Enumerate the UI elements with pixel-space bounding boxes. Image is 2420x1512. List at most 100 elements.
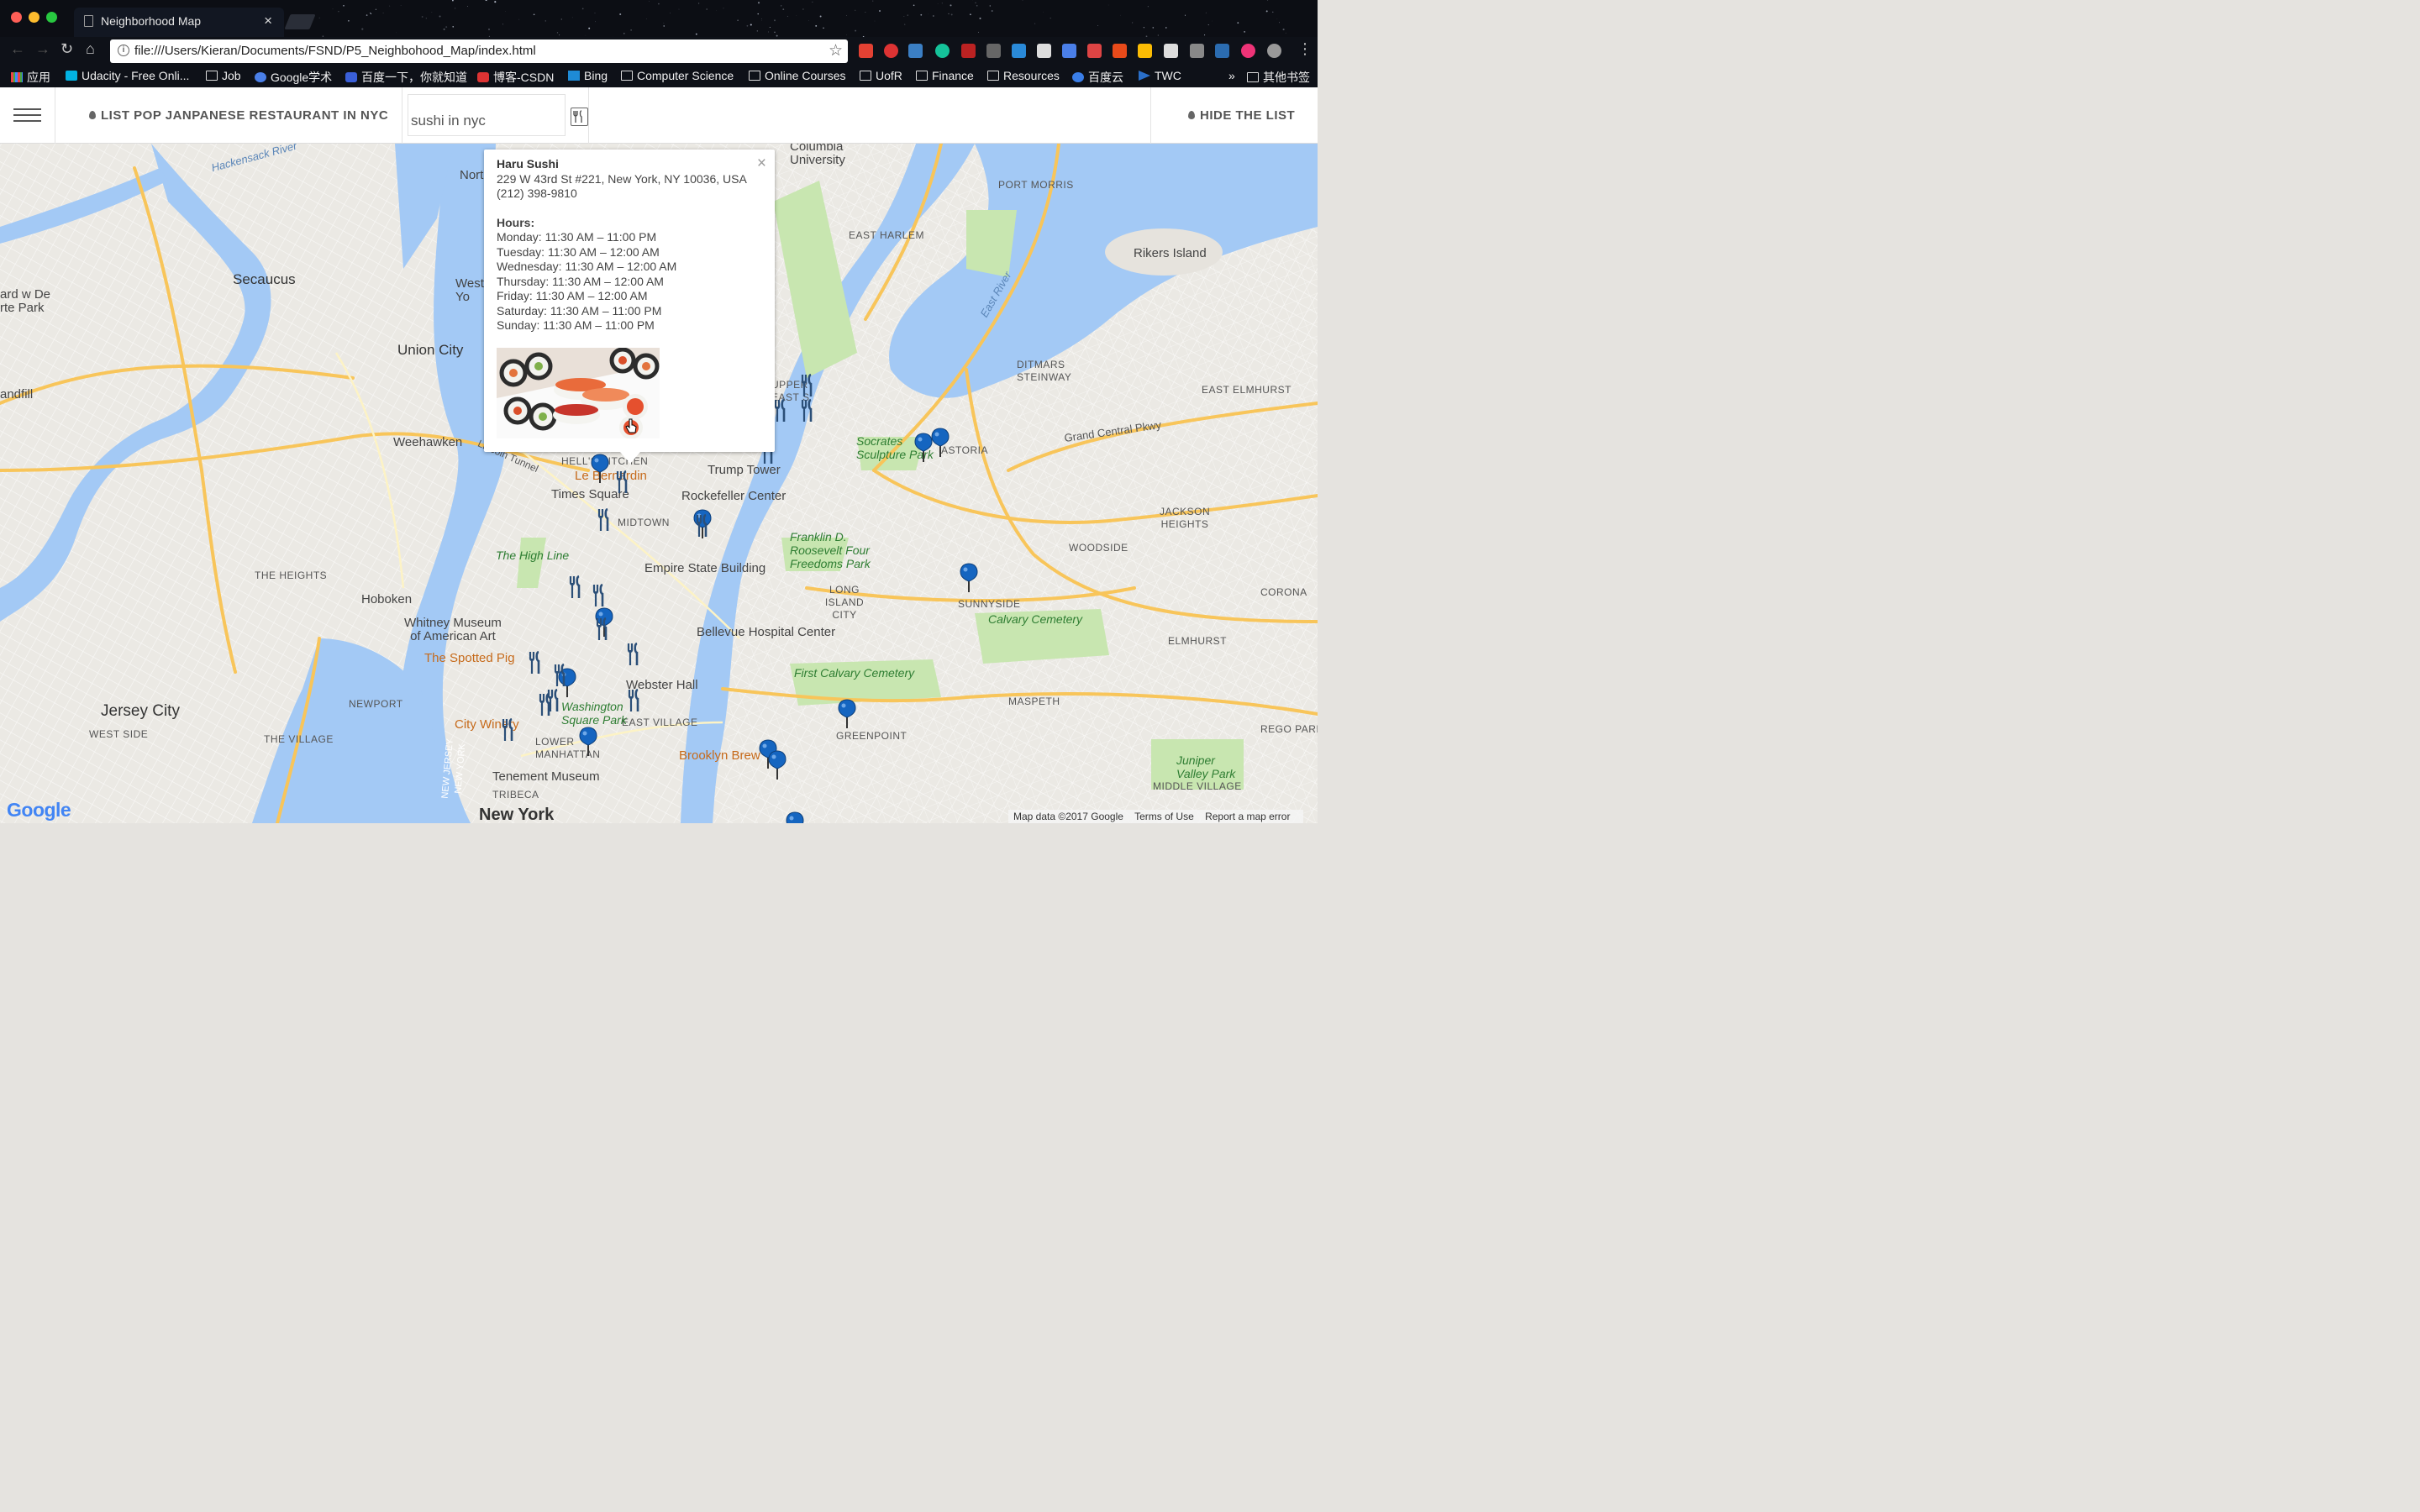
restaurant-name: Haru Sushi [497,157,559,171]
restaurant-marker-icon[interactable] [626,642,641,666]
restaurant-marker-icon[interactable] [800,373,815,397]
ghostery-extension-icon[interactable] [908,44,923,58]
bookmark-label: Resources [1003,69,1060,82]
bookmarks-overflow-icon[interactable]: » [1228,69,1235,82]
eye-extension-icon[interactable] [1267,44,1281,58]
map-pin-marker[interactable] [931,428,950,458]
map-label-long-island-city: LONG ISLAND CITY [824,584,865,621]
restaurant-marker-icon[interactable] [595,617,610,641]
map-pin-marker[interactable] [768,750,786,780]
menu-dots-icon[interactable]: ⋮ [1297,40,1313,58]
fork-knife-icon[interactable] [571,108,588,126]
restaurant-marker-icon[interactable] [553,663,568,687]
todo-extension-icon[interactable] [1087,44,1102,58]
gmail-extension-icon[interactable] [859,44,873,58]
restaurant-marker-icon[interactable] [592,583,607,607]
notes-extension-icon[interactable] [1037,44,1051,58]
reader-extension-icon[interactable] [1215,44,1229,58]
office-extension-icon[interactable] [1113,44,1127,58]
restaurant-marker-icon[interactable] [695,513,710,538]
folder-icon [206,71,218,81]
list-restaurants-link[interactable]: LIST POP JANPANESE RESTAURANT IN NYC [89,108,388,123]
reload-icon[interactable]: ↻ [60,40,73,58]
grammarly-extension-icon[interactable] [935,44,950,58]
map-label-high-line: The High Line [496,549,570,562]
translate-extension-icon[interactable] [1062,44,1076,58]
bookmark-google-scholar[interactable]: Google学术 [255,69,332,86]
tab-neighborhood-map[interactable]: Neighborhood Map × [74,8,284,37]
bookmark-finance[interactable]: Finance [916,69,974,82]
bookmark-online-courses[interactable]: Online Courses [749,69,846,82]
close-window-button[interactable] [11,12,22,23]
restaurant-marker-icon[interactable] [627,688,642,712]
bookmark-other[interactable]: 其他书签 [1247,69,1310,86]
map-label-bellevue: Bellevue Hospital Center [697,625,836,639]
terms-link[interactable]: Terms of Use [1134,811,1194,822]
hours-sunday: Sunday: 11:30 AM – 11:00 PM [497,318,655,332]
bookmark-label: 百度云 [1088,71,1123,84]
color-extension-icon[interactable] [1241,44,1255,58]
home-icon[interactable]: ⌂ [86,40,95,58]
map-label-the-village: THE VILLAGE [264,733,334,745]
restaurant-marker-icon[interactable] [501,717,516,742]
bookmark-csdn[interactable]: 博客-CSDN [477,69,554,86]
bookmark-udacity[interactable]: Udacity - Free Onli... [66,69,189,82]
map-pin-marker[interactable] [960,563,978,593]
tab-title: Neighborhood Map [101,14,202,28]
address-bar[interactable]: i file:///Users/Kieran/Documents/FSND/P5… [110,39,848,63]
back-icon[interactable]: ← [10,40,25,58]
hide-list-button[interactable]: HIDE THE LIST [1150,87,1318,144]
map-label-the-heights: THE HEIGHTS [255,570,328,581]
play-icon [1139,71,1150,81]
restaurant-marker-icon[interactable] [773,398,788,423]
bookmark-star-icon[interactable]: ☆ [829,41,843,60]
forward-icon[interactable]: → [35,40,50,58]
bookmark-job[interactable]: Job [206,69,241,82]
restaurant-marker-icon[interactable] [800,398,815,423]
restaurant-marker-icon[interactable] [597,507,612,532]
maximize-window-button[interactable] [46,12,57,23]
restaurant-marker-icon[interactable] [568,575,583,599]
restaurant-marker-icon[interactable] [538,692,553,717]
map-label-greenpoint: GREENPOINT [836,730,908,742]
bookmark-apps[interactable]: 应用 [11,69,50,86]
drive-extension-icon[interactable] [1138,44,1152,58]
restaurant-phone: (212) 398-9810 [497,186,577,200]
map-attribution: Map data ©2017 Google Terms of Use Repor… [1008,810,1304,823]
adblock-extension-icon[interactable] [884,44,898,58]
bookmarks-bar: 应用 Udacity - Free Onli... Job Google学术 百… [0,66,1318,87]
shield-extension-icon[interactable] [986,44,1001,58]
hours-thursday: Thursday: 11:30 AM – 12:00 AM [497,274,664,288]
map-pin-marker[interactable] [786,811,804,823]
bookmark-computer-science[interactable]: Computer Science [621,69,734,82]
restaurant-marker-icon[interactable] [615,470,630,494]
map-pin-marker[interactable] [914,433,933,463]
restaurant-marker-icon[interactable] [528,650,543,675]
bookmark-bing[interactable]: Bing [568,69,608,82]
bookmark-resources[interactable]: Resources [987,69,1060,82]
map-label-juniper: Juniper Valley Park [1176,753,1236,780]
bookmark-baidu[interactable]: 百度一下，你就知道 [345,69,467,86]
hamburger-menu-icon[interactable] [0,87,55,144]
info-icon[interactable]: i [118,45,129,56]
vpn-extension-icon[interactable] [1012,44,1026,58]
close-icon[interactable]: × [757,155,766,173]
map-pin-marker[interactable] [579,727,597,757]
bookmark-baidu-cloud[interactable]: 百度云 [1072,69,1123,86]
bookmark-uofr[interactable]: UofR [860,69,902,82]
ghost-extension-icon[interactable] [1164,44,1178,58]
bookmark-twc[interactable]: TWC [1139,69,1181,82]
map-pin-marker[interactable] [591,454,609,484]
folder-icon [1247,72,1259,82]
bookmark-label: 博客-CSDN [493,71,555,84]
map-pin-marker[interactable] [838,699,856,729]
hours-friday: Friday: 11:30 AM – 12:00 AM [497,289,648,302]
minimize-window-button[interactable] [29,12,39,23]
report-error-link[interactable]: Report a map error [1205,811,1290,822]
map-label-corona: CORONA [1260,586,1307,598]
bookmark-label: Udacity - Free Onli... [82,69,190,82]
pin-extension-icon[interactable] [961,44,976,58]
close-tab-icon[interactable]: × [264,13,272,29]
more-extension-icon[interactable] [1190,44,1204,58]
search-input[interactable] [408,94,566,136]
